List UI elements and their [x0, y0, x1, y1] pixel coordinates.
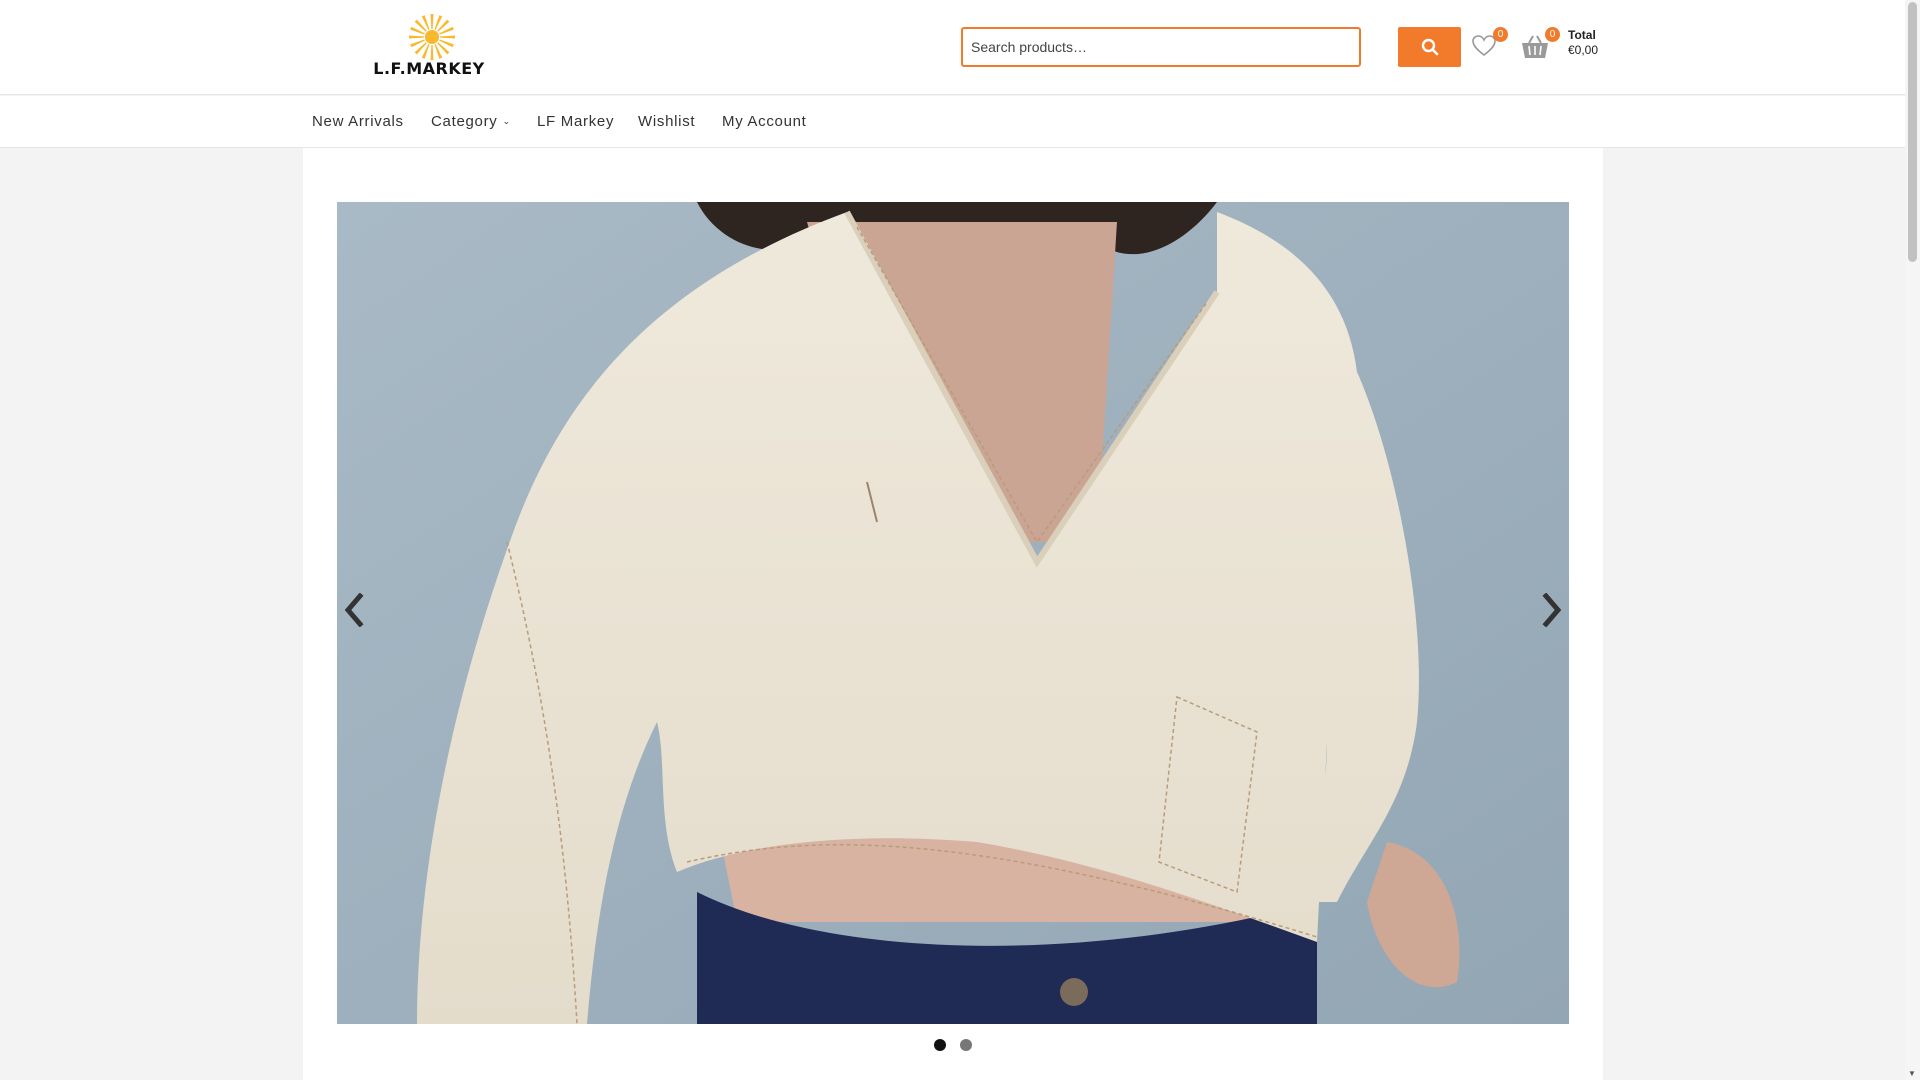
nav-item-wishlist[interactable]: Wishlist	[638, 113, 695, 130]
nav-item-my-account[interactable]: My Account	[722, 113, 807, 130]
product-image	[337, 202, 1569, 1024]
cart-total[interactable]: Total €0,00	[1568, 28, 1598, 58]
wishlist-count-badge: 0	[1493, 27, 1508, 42]
chevron-left-icon	[344, 593, 364, 627]
image-slider[interactable]	[337, 202, 1569, 1024]
nav-item-label: LF Markey	[537, 113, 615, 130]
nav-item-label: My Account	[722, 113, 807, 130]
scroll-down-arrow-icon[interactable]: ▼	[1908, 1069, 1916, 1078]
chevron-down-icon: ⌄	[502, 116, 511, 126]
nav-item-label: Category	[431, 113, 498, 130]
cart-total-label: Total	[1568, 28, 1596, 42]
sun-logo-icon	[409, 14, 455, 60]
slider-dot-2[interactable]	[960, 1039, 973, 1051]
cart-total-value: €0,00	[1568, 43, 1599, 57]
chevron-right-icon	[1542, 593, 1562, 627]
main-nav: New Arrivals Category ⌄ LF Markey Wishlis…	[0, 96, 1905, 148]
slider-dot-1[interactable]	[933, 1039, 946, 1051]
product-gallery	[303, 148, 1603, 1080]
nav-item-label: New Arrivals	[312, 113, 404, 130]
scrollbar-thumb[interactable]	[1908, 2, 1917, 262]
wishlist-button[interactable]: 0	[1471, 27, 1508, 64]
page-scrollbar[interactable]: ▼	[1905, 0, 1920, 1080]
search-icon	[1421, 38, 1438, 56]
search-button[interactable]	[1398, 27, 1461, 67]
slider-next-button[interactable]	[1535, 587, 1569, 633]
site-logo[interactable]: L.F.MARKEY	[370, 12, 488, 78]
site-header: L.F.MARKEY 0 0 Total €0,00	[0, 0, 1905, 95]
search-input[interactable]	[961, 27, 1361, 67]
slider-pagination	[303, 1038, 1603, 1056]
slider-prev-button[interactable]	[337, 587, 371, 633]
cart-count-badge: 0	[1545, 27, 1560, 42]
nav-item-label: Wishlist	[638, 113, 696, 130]
nav-item-new-arrivals[interactable]: New Arrivals	[312, 113, 404, 130]
cart-button[interactable]: 0	[1520, 27, 1560, 64]
nav-item-category[interactable]: Category ⌄	[431, 113, 511, 130]
logo-text: L.F.MARKEY	[373, 59, 485, 78]
nav-item-lf-markey[interactable]: LF Markey	[537, 113, 614, 130]
